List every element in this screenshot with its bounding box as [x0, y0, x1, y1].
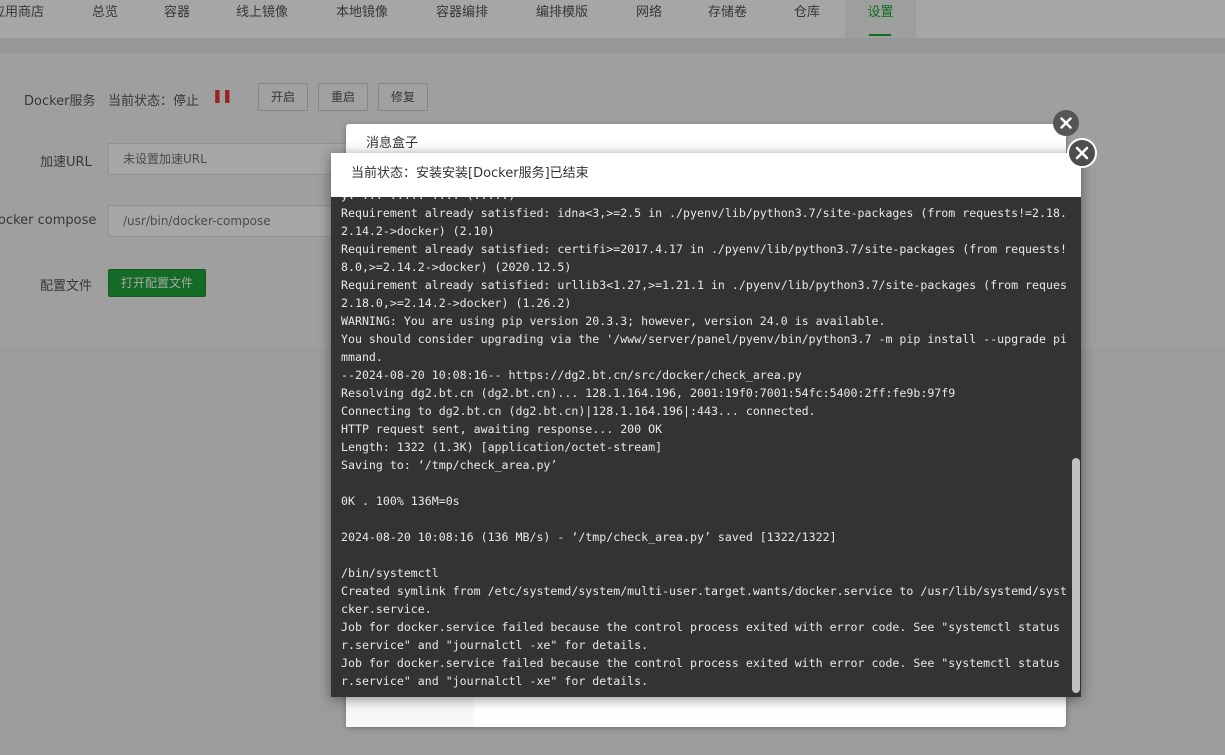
log-line: You should consider upgrading via the '/…: [341, 332, 1066, 346]
log-line: Requirement already satisfied: urllib3<1…: [341, 278, 1066, 292]
log-line: y. ... ..... .... (.....): [341, 197, 1066, 204]
log-line: Requirement already satisfied: certifi>=…: [341, 242, 1066, 256]
install-log[interactable]: y. ... ..... .... (.....) Requirement alr…: [341, 197, 1066, 693]
log-line: --2024-08-20 10:08:16-- https://dg2.bt.c…: [341, 368, 802, 382]
log-line: Job for docker.service failed because th…: [341, 620, 1066, 634]
log-line: Saving to: ‘/tmp/check_area.py’: [341, 458, 558, 472]
log-line: Created symlink from /etc/systemd/system…: [341, 584, 1066, 598]
message-box-close-icon[interactable]: [1053, 110, 1079, 136]
log-scrollbar[interactable]: [1072, 458, 1080, 693]
log-line: Requirement already satisfied: idna<3,>=…: [341, 206, 1066, 220]
log-line: Length: 1322 (1.3K) [application/octet-s…: [341, 440, 663, 454]
log-line: r.service" and "journalctl -xe" for deta…: [341, 638, 649, 652]
log-line: 2.18.0,>=2.14.2->docker) (1.26.2): [341, 296, 572, 310]
log-line: HTTP request sent, awaiting response... …: [341, 422, 663, 436]
install-log-dialog: 当前状态：安装安装[Docker服务]已结束 y. ... ..... ....…: [331, 153, 1081, 697]
log-line: Job for docker.service failed because th…: [341, 656, 1066, 670]
log-line: r.service" and "journalctl -xe" for deta…: [341, 674, 649, 688]
install-status-title: 当前状态：安装安装[Docker服务]已结束: [331, 153, 1081, 197]
install-dialog-close-icon[interactable]: [1067, 138, 1097, 168]
log-line: 2.14.2->docker) (2.10): [341, 224, 495, 238]
log-line: 0K . 100% 136M=0s: [341, 494, 460, 508]
log-line: mmand.: [341, 350, 383, 364]
log-line: WARNING: You are using pip version 20.3.…: [341, 314, 886, 328]
log-line: 2024-08-20 10:08:16 (136 MB/s) - ‘/tmp/c…: [341, 530, 837, 544]
log-line: 8.0,>=2.14.2->docker) (2020.12.5): [341, 260, 572, 274]
log-line: Resolving dg2.bt.cn (dg2.bt.cn)... 128.1…: [341, 386, 956, 400]
log-line: /bin/systemctl: [341, 566, 439, 580]
log-line: cker.service.: [341, 602, 432, 616]
log-line: Connecting to dg2.bt.cn (dg2.bt.cn)|128.…: [341, 404, 816, 418]
